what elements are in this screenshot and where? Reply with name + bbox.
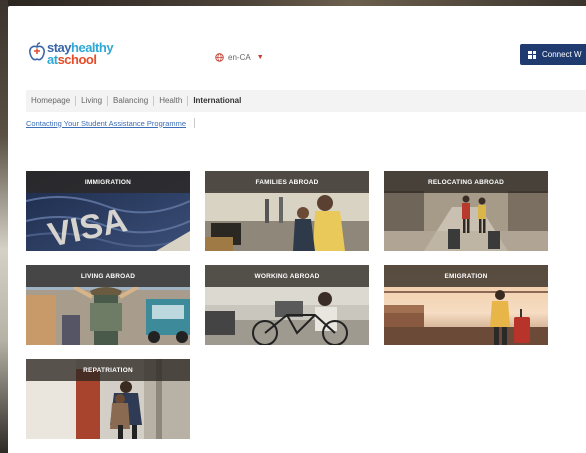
tile-label: FAMILIES ABROAD [205, 171, 369, 193]
tile-living-abroad[interactable]: LIVING ABROAD [26, 265, 190, 345]
nav-item-living[interactable]: Living [76, 96, 109, 106]
tile-relocating-abroad[interactable]: RELOCATING ABROAD [384, 171, 548, 251]
logo-at: at [47, 52, 58, 67]
language-label: en-CA [228, 53, 251, 62]
subnav: Contacting Your Student Assistance Progr… [26, 116, 196, 130]
nav-item-international[interactable]: International [188, 96, 246, 106]
contact-sap-link[interactable]: Contacting Your Student Assistance Progr… [26, 119, 186, 128]
nav-item-balancing[interactable]: Balancing [108, 96, 155, 106]
globe-icon [215, 53, 224, 62]
breadcrumb-nav: Homepage Living Balancing Health Interna… [26, 90, 586, 112]
site-header: stayhealthy atschool en-CA ▼ Connect W [8, 6, 586, 88]
logo-school: school [57, 52, 97, 67]
background-window-edge [0, 0, 8, 453]
tile-label: RELOCATING ABROAD [384, 171, 548, 193]
tile-label: WORKING ABROAD [205, 265, 369, 287]
logo-text-line2: atschool [47, 52, 97, 67]
connect-button[interactable]: Connect W [520, 44, 586, 65]
tile-label: LIVING ABROAD [26, 265, 190, 287]
chevron-down-icon: ▼ [256, 54, 264, 61]
browser-page: stayhealthy atschool en-CA ▼ Connect W H… [8, 6, 586, 453]
tile-emigration[interactable]: EMIGRATION [384, 265, 548, 345]
tile-families-abroad[interactable]: FAMILIES ABROAD [205, 171, 369, 251]
tile-label: REPATRIATION [26, 359, 190, 381]
nav-item-homepage[interactable]: Homepage [26, 96, 77, 106]
apple-logo-icon [29, 42, 45, 61]
connect-label: Connect W [542, 50, 582, 59]
subnav-divider [194, 118, 196, 128]
tile-immigration[interactable]: VISA IMMIGRATION [26, 171, 190, 251]
tile-label: EMIGRATION [384, 265, 548, 287]
tile-working-abroad[interactable]: WORKING ABROAD [205, 265, 369, 345]
nav-item-health[interactable]: Health [154, 96, 189, 106]
tile-repatriation[interactable]: REPATRIATION [26, 359, 190, 439]
tile-label: IMMIGRATION [26, 171, 190, 193]
grid-icon [528, 50, 536, 59]
language-selector[interactable]: en-CA ▼ [215, 53, 264, 62]
site-logo[interactable]: stayhealthy atschool [28, 40, 138, 74]
